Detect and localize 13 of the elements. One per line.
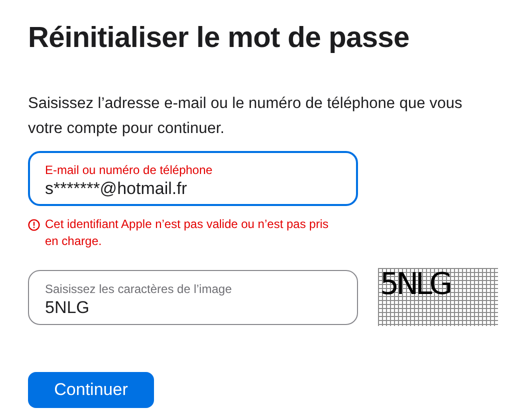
field-value: 5NLG bbox=[45, 297, 90, 319]
continue-button[interactable]: Continuer bbox=[28, 372, 154, 408]
captcha-field[interactable]: Saisissez les caractères de l’image 5NLG bbox=[28, 270, 358, 325]
intro-text: votre compte pour continuer. bbox=[28, 119, 226, 139]
email-field[interactable]: E-mail ou numéro de téléphone s*******@hotmail.fr bbox=[28, 151, 358, 206]
warning-icon bbox=[28, 219, 40, 231]
error-message: Cet identifiant Apple n’est pas valide ou n’est pas pris en charge. bbox=[45, 216, 330, 250]
field-label: E-mail ou numéro de téléphone bbox=[45, 162, 214, 178]
captcha-image: 5NLG bbox=[378, 268, 498, 326]
page-title: Réinitialiser le mot de passe bbox=[28, 22, 410, 55]
field-label: Saisissez les caractères de l’image bbox=[45, 281, 233, 297]
intro-text: Saisissez l’adresse e-mail ou le numéro de téléphone que vous bbox=[28, 94, 464, 114]
field-value: s*******@hotmail.fr bbox=[45, 178, 187, 200]
